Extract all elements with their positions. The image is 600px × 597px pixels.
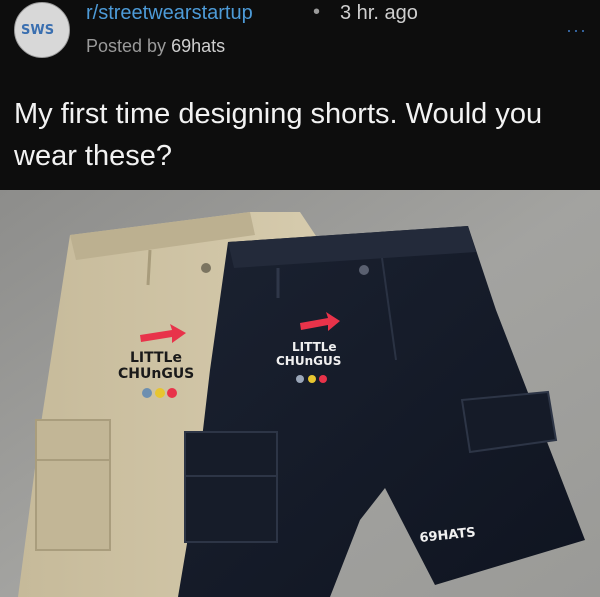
khaki-print-line2: CHUnGUS — [118, 366, 194, 382]
subreddit-link[interactable]: r/streetwearstartup — [86, 2, 253, 25]
avatar-text: SWS — [21, 23, 55, 38]
posted-by: Posted by 69hats — [86, 36, 225, 57]
black-emoji-icon — [308, 375, 316, 383]
khaki-print-line1: LITTLe — [130, 350, 182, 366]
post-image[interactable]: LITTLe CHUnGUS LITTLe CHUnGUS 69HATS — [0, 190, 600, 597]
posted-by-label: Posted by — [86, 36, 172, 56]
post-time: 3 hr. ago — [340, 2, 418, 24]
khaki-button — [201, 263, 211, 273]
black-emoji-icon — [296, 375, 304, 383]
black-print-line2: CHUnGUS — [276, 354, 341, 368]
black-cargo-pocket-left — [184, 431, 278, 543]
more-options-icon[interactable]: ··· — [566, 20, 587, 41]
post-title: My first time designing shorts. Would yo… — [14, 98, 543, 172]
khaki-cargo-pocket — [35, 419, 111, 551]
khaki-fire-icon — [167, 388, 177, 398]
post-header: SWS r/streetwearstartup • 3 hr. ago Post… — [0, 0, 600, 190]
black-fire-icon — [319, 375, 327, 383]
subreddit-avatar[interactable]: SWS — [14, 2, 70, 58]
separator-dot: • — [313, 1, 321, 23]
khaki-emoji-icon — [155, 388, 165, 398]
author-link[interactable]: 69hats — [171, 36, 225, 56]
black-button — [359, 265, 369, 275]
black-print-line1: LITTLe — [292, 340, 337, 354]
khaki-emoji-icon — [142, 388, 152, 398]
